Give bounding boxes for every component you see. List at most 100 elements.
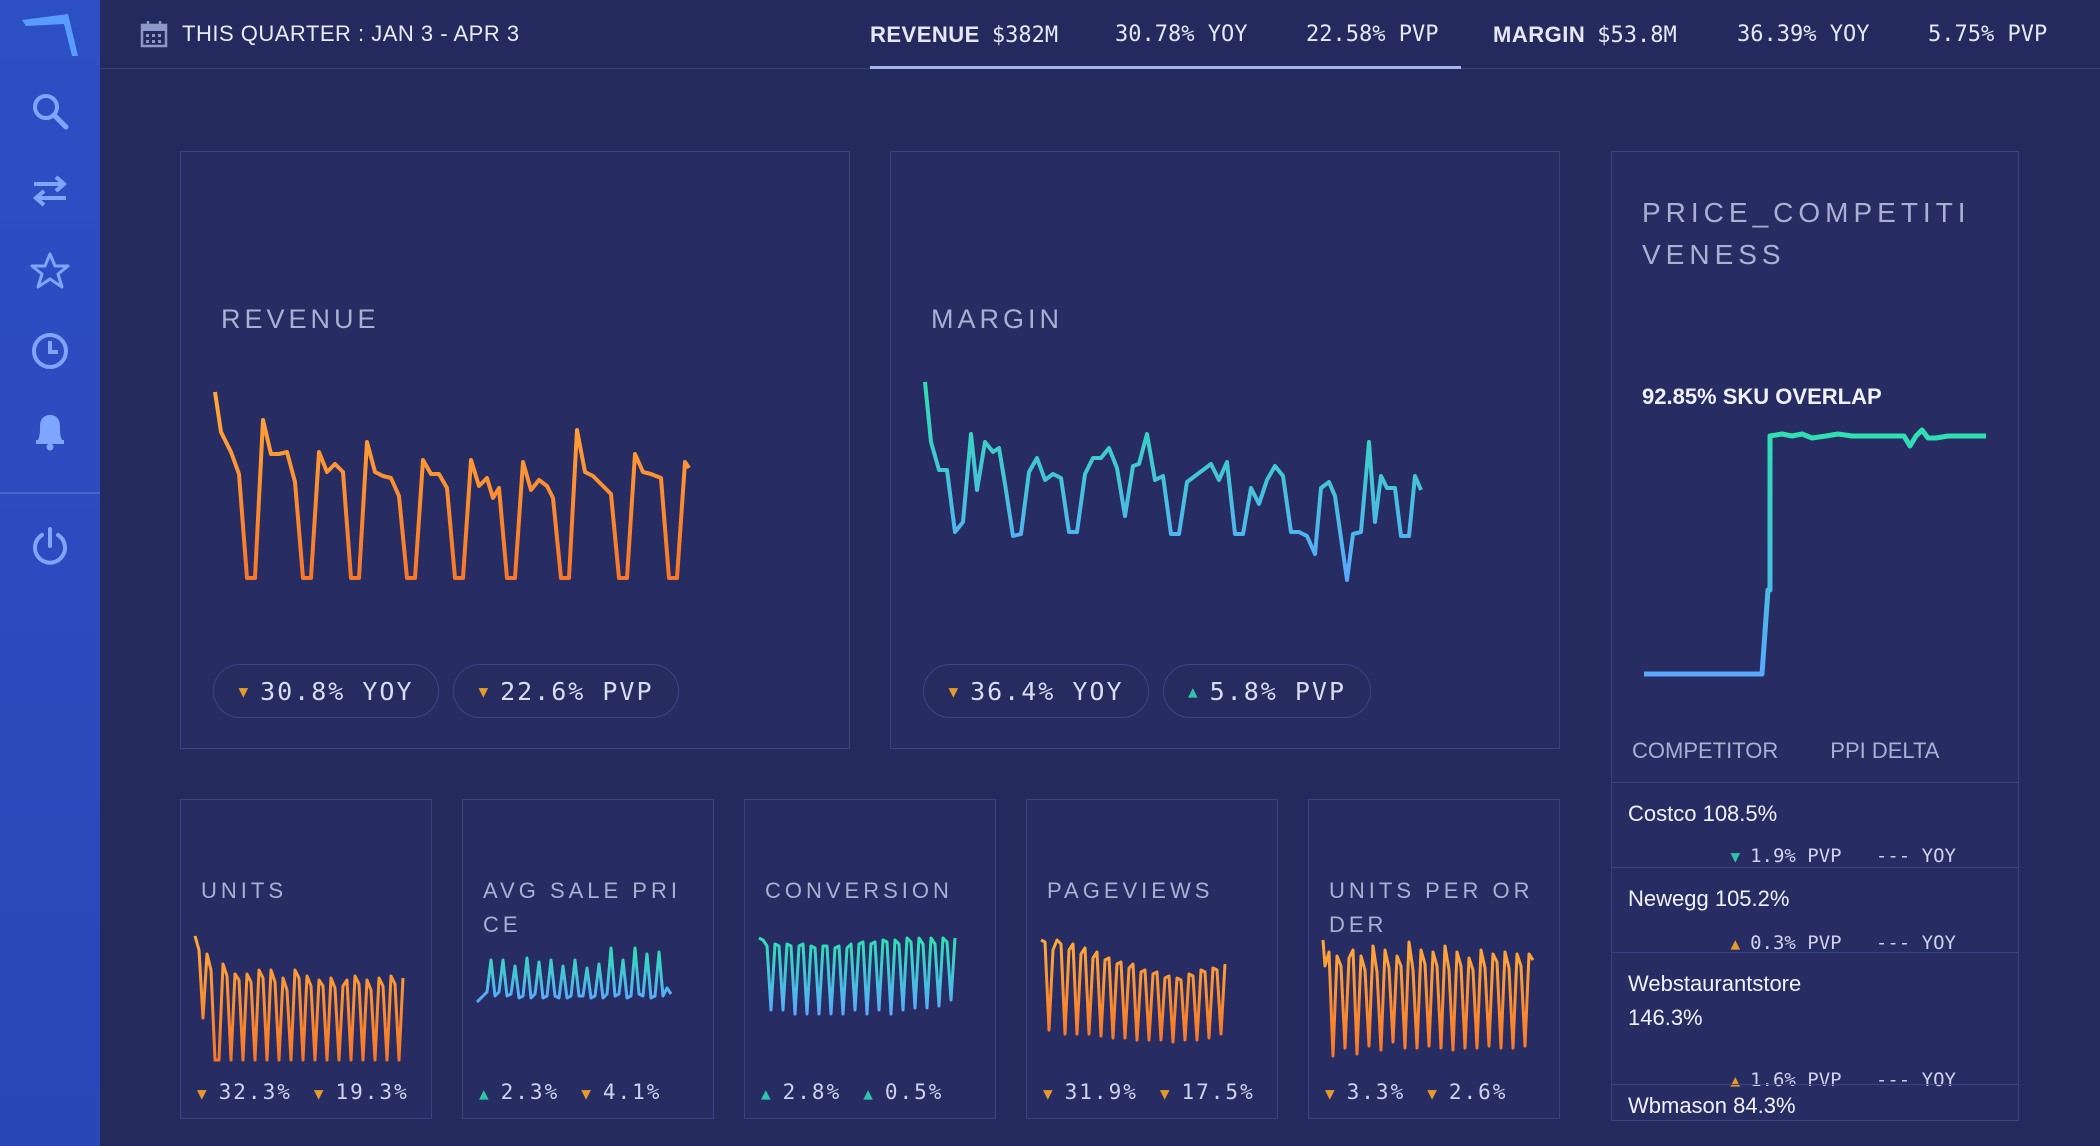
pageviews-pvp: 17.5% xyxy=(1181,1080,1255,1104)
revenue-summary-tab[interactable]: REVENUE $382M xyxy=(870,22,1058,48)
revenue-pvp-value: 22.6% PVP xyxy=(500,676,654,706)
competitor-row[interactable]: Costco 108.5% ▼ 1.9% PVP --- YOY xyxy=(1612,782,2018,871)
margin-summary-tab[interactable]: MARGIN $53.8M xyxy=(1493,22,1677,48)
sku-overlap-step-chart xyxy=(1644,427,1986,677)
units-sparkline xyxy=(193,935,405,1062)
margin-label: MARGIN xyxy=(1493,22,1586,47)
avg-sale-price-sparkline xyxy=(475,946,673,1004)
units-per-order-sparkline xyxy=(1321,939,1535,1058)
boomerang-logo[interactable] xyxy=(20,10,80,60)
competitor-name: Webstaurantstore 146.3% xyxy=(1628,971,1802,1030)
up-triangle-icon: ▲ xyxy=(1730,934,1741,953)
units-per-order-stats: ▼ 3.3% ▼ 2.6% xyxy=(1325,1080,1507,1104)
down-triangle-icon: ▼ xyxy=(478,681,491,701)
pageviews-card[interactable]: PAGEVIEWS ▼ 31.9% ▼ 17.5% xyxy=(1026,799,1278,1119)
down-triangle-icon: ▼ xyxy=(948,681,961,701)
conversion-card[interactable]: CONVERSION ▲ 2.8% ▲ 0.5% xyxy=(744,799,996,1119)
revenue-pvp: 22.58% PVP xyxy=(1306,22,1439,47)
avg-sale-price-stats: ▲ 2.3% ▼ 4.1% xyxy=(479,1080,661,1104)
revenue-yoy-pill: ▼ 30.8% YOY xyxy=(213,664,439,718)
avg-sale-price-yoy: 2.3% xyxy=(500,1080,560,1104)
swap-arrows-icon[interactable] xyxy=(25,166,75,216)
margin-pvp: 5.75% PVP xyxy=(1928,22,2048,47)
units-card[interactable]: UNITS ▼ 32.3% ▼ 19.3% xyxy=(180,799,432,1119)
down-triangle-icon: ▼ xyxy=(1730,847,1741,866)
pageviews-yoy: 31.9% xyxy=(1064,1080,1138,1104)
revenue-card-title: REVENUE xyxy=(221,304,380,334)
competitor-row[interactable]: Newegg 105.2% ▲ 0.3% PVP --- YOY xyxy=(1612,867,2018,954)
units-per-order-card[interactable]: UNITS PER ORDER ▼ 3.3% ▼ 2.6% xyxy=(1308,799,1560,1119)
down-triangle-icon: ▼ xyxy=(1159,1084,1172,1103)
down-triangle-icon: ▼ xyxy=(581,1084,593,1103)
down-triangle-icon: ▼ xyxy=(1043,1084,1055,1103)
competitor-stats: ▼ 1.9% PVP --- YOY xyxy=(1730,845,1956,867)
margin-pvp-value: 5.8% PVP xyxy=(1209,676,1347,706)
sidebar-divider xyxy=(0,492,100,494)
conversion-yoy: 2.8% xyxy=(782,1080,842,1104)
units-pvp: 19.3% xyxy=(335,1080,409,1104)
sku-overlap-label: 92.85% SKU OVERLAP xyxy=(1642,384,1882,409)
units-card-title: UNITS xyxy=(201,878,287,903)
up-triangle-icon: ▲ xyxy=(761,1084,773,1103)
search-icon[interactable] xyxy=(25,86,75,136)
price-competitiveness-card: PRICE_COMPETITIVENESS 92.85% SKU OVERLAP… xyxy=(1611,151,2019,1121)
date-range-picker[interactable]: THIS QUARTER : JAN 3 - APR 3 xyxy=(140,16,520,52)
margin-pvp-pill: ▲ 5.8% PVP xyxy=(1163,664,1371,718)
competitor-name: Wbmason 84.3% xyxy=(1628,1093,1796,1118)
revenue-pvp-pill: ▼ 22.6% PVP xyxy=(453,664,679,718)
margin-sparkline xyxy=(923,381,1423,582)
up-triangle-icon: ▲ xyxy=(863,1084,875,1103)
conversion-sparkline xyxy=(758,936,957,1016)
power-icon[interactable] xyxy=(25,522,75,572)
revenue-value: $382M xyxy=(991,23,1059,48)
competitor-pvp: 1.9% PVP xyxy=(1750,845,1842,867)
up-triangle-icon: ▲ xyxy=(1187,681,1200,701)
conversion-card-title: CONVERSION xyxy=(765,878,953,903)
competitor-yoy: --- YOY xyxy=(1875,932,1956,954)
competitor-table-header: COMPETITOR PPI DELTA xyxy=(1632,738,1991,764)
calendar-icon xyxy=(140,20,168,48)
avg-sale-price-card[interactable]: AVG SALE PRICE ▲ 2.3% ▼ 4.1% xyxy=(462,799,714,1119)
margin-yoy-value: 36.4% YOY xyxy=(970,676,1124,706)
top-bar: THIS QUARTER : JAN 3 - APR 3 REVENUE $382… xyxy=(100,0,2100,69)
units-stats: ▼ 32.3% ▼ 19.3% xyxy=(197,1080,409,1104)
star-icon[interactable] xyxy=(25,246,75,296)
date-range-label: THIS QUARTER : JAN 3 - APR 3 xyxy=(182,21,520,46)
units-per-order-yoy: 3.3% xyxy=(1346,1080,1406,1104)
margin-value: $53.8M xyxy=(1597,23,1677,48)
units-yoy: 32.3% xyxy=(218,1080,292,1104)
sidebar xyxy=(0,0,100,1146)
avg-sale-price-pvp: 4.1% xyxy=(602,1080,662,1104)
up-triangle-icon: ▲ xyxy=(479,1084,491,1103)
revenue-yoy-value: 30.8% YOY xyxy=(260,676,414,706)
competitor-row[interactable]: Webstaurantstore 146.3% ▲ 1.6% PVP --- YO… xyxy=(1612,952,2018,1091)
avg-sale-price-card-title: AVG SALE PRICE xyxy=(483,878,681,937)
down-triangle-icon: ▼ xyxy=(238,681,251,701)
competitor-row[interactable]: Wbmason 84.3% xyxy=(1612,1084,2018,1121)
competitor-column-header: COMPETITOR xyxy=(1632,738,1779,763)
revenue-sparkline xyxy=(213,391,691,580)
pageviews-card-title: PAGEVIEWS xyxy=(1047,878,1214,903)
clock-icon[interactable] xyxy=(25,326,75,376)
down-triangle-icon: ▼ xyxy=(1325,1084,1337,1103)
units-per-order-card-title: UNITS PER ORDER xyxy=(1329,878,1534,937)
margin-sparkline-path xyxy=(923,381,1423,582)
conversion-pvp: 0.5% xyxy=(884,1080,944,1104)
revenue-yoy: 30.78% YOY xyxy=(1115,22,1248,47)
bell-icon[interactable] xyxy=(25,406,75,456)
competitor-name: Newegg 105.2% xyxy=(1628,886,1790,911)
price-competitiveness-title: PRICE_COMPETITIVENESS xyxy=(1642,197,1971,270)
competitor-yoy: --- YOY xyxy=(1875,845,1956,867)
competitor-pvp: 0.3% PVP xyxy=(1750,932,1842,954)
revenue-card[interactable]: REVENUE ▼ 30.8% YOY ▼ 22.6% PVP xyxy=(180,151,850,749)
competitor-stats: ▲ 0.3% PVP --- YOY xyxy=(1730,932,1956,954)
down-triangle-icon: ▼ xyxy=(313,1084,326,1103)
margin-card[interactable]: MARGIN ▼ 36.4% YOY ▲ 5.8% PVP xyxy=(890,151,1560,749)
pageviews-sparkline xyxy=(1040,938,1227,1044)
competitor-name: Costco 108.5% xyxy=(1628,801,1778,826)
down-triangle-icon: ▼ xyxy=(197,1084,209,1103)
active-tab-indicator xyxy=(870,66,1461,69)
revenue-label: REVENUE xyxy=(870,22,980,47)
conversion-stats: ▲ 2.8% ▲ 0.5% xyxy=(761,1080,943,1104)
revenue-sparkline-path xyxy=(213,391,691,580)
